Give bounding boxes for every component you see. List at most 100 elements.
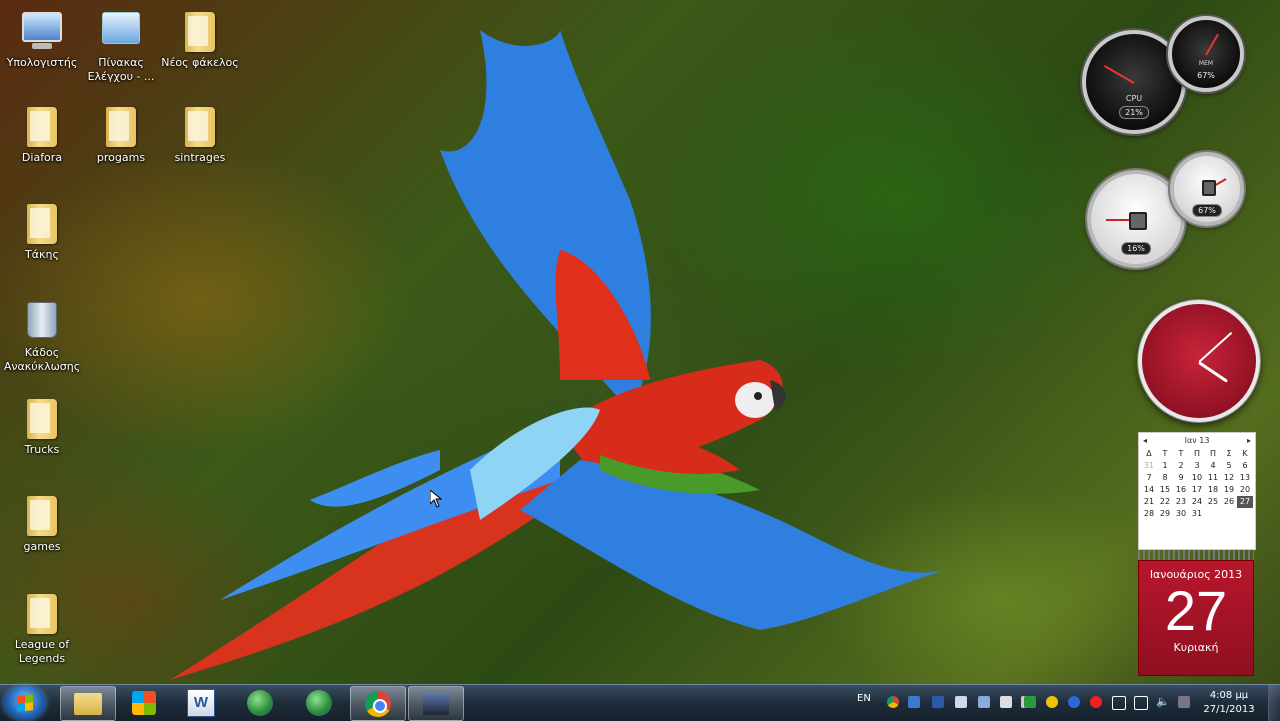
hypercam-icon — [423, 692, 449, 715]
record-tray-icon[interactable] — [1090, 696, 1102, 708]
calendar-day[interactable]: 26 — [1221, 496, 1237, 508]
calendar-day[interactable]: 23 — [1173, 496, 1189, 508]
calendar-month-header: Ιαν 13 — [1184, 436, 1210, 445]
bluetooth-tray-icon[interactable] — [1068, 696, 1080, 708]
cpu-percent: 21% — [1119, 106, 1149, 119]
tray-date: 27/1/2013 — [1203, 704, 1255, 715]
green-app-tray-icon[interactable] — [1024, 696, 1036, 708]
calendar-day[interactable]: 24 — [1189, 496, 1205, 508]
memory-gauge[interactable]: MEM 67% — [1168, 16, 1244, 92]
calendar-day[interactable]: 29 — [1157, 508, 1173, 520]
power-tray-icon[interactable] — [1178, 696, 1190, 708]
weekday-header: Τ — [1178, 449, 1184, 458]
yellow-app-tray-icon[interactable] — [1046, 696, 1058, 708]
taskbar-chrome-button[interactable] — [350, 686, 406, 721]
clock-gadget[interactable] — [1138, 300, 1260, 422]
globe-icon — [306, 689, 332, 716]
calendar-day[interactable]: 30 — [1173, 508, 1189, 520]
windows-logo-icon — [17, 694, 33, 712]
calendar-day[interactable]: 1 — [1157, 460, 1173, 472]
calendar-day[interactable] — [1237, 508, 1253, 520]
action-center-flag-icon[interactable] — [1112, 696, 1126, 710]
calendar-day[interactable] — [1205, 508, 1221, 520]
volume-icon[interactable]: 🔈 — [1156, 696, 1170, 708]
calendar-day[interactable]: 7 — [1141, 472, 1157, 484]
calendar-day[interactable]: 12 — [1221, 472, 1237, 484]
network-tray-icon[interactable] — [908, 696, 920, 708]
language-indicator[interactable]: EN — [857, 693, 871, 704]
calendar-day[interactable]: 16 — [1173, 484, 1189, 496]
app-tray-icon[interactable] — [1000, 696, 1012, 708]
taskbar-hypercam-button[interactable] — [408, 686, 464, 721]
calendar-gadget[interactable]: ◂ Ιαν 13 ▸ Δ Τ Τ Π Π Σ Κ 31 1 2 3 4 5 6 … — [1138, 432, 1256, 676]
calendar-day[interactable]: 9 — [1173, 472, 1189, 484]
chrome-icon — [365, 690, 391, 717]
memory-label: MEM — [1198, 60, 1214, 67]
calendar-month-year: Ιανουάριος 2013 — [1149, 568, 1243, 581]
weekday-header: Τ — [1162, 449, 1168, 458]
taskbar-network-globe-2-button[interactable] — [292, 686, 346, 719]
drive-percent-primary: 16% — [1121, 242, 1151, 255]
calendar-day[interactable]: 31 — [1141, 460, 1157, 472]
calendar-month-view: ◂ Ιαν 13 ▸ Δ Τ Τ Π Π Σ Κ 31 1 2 3 4 5 6 … — [1138, 432, 1256, 550]
weekday-header: Κ — [1242, 449, 1248, 458]
network-status-icon[interactable] — [1134, 696, 1148, 710]
cpu-needle — [1104, 65, 1135, 84]
weekday-header: Σ — [1226, 449, 1232, 458]
desktop[interactable]: Υπολογιστής Πίνακας Ελέγχου - ... Νέος φ… — [0, 0, 1280, 684]
calendar-prev-arrow-icon[interactable]: ◂ — [1143, 436, 1147, 445]
calendar-day[interactable]: 14 — [1141, 484, 1157, 496]
calendar-day[interactable]: 28 — [1141, 508, 1157, 520]
antivirus-tray-icon[interactable] — [932, 696, 944, 708]
calendar-day[interactable]: 20 — [1237, 484, 1253, 496]
taskbar: W EN 🔈 4:08 μμ 27/1/2013 — [0, 684, 1280, 721]
calendar-day[interactable]: 25 — [1205, 496, 1221, 508]
calendar-day-today[interactable]: 27 — [1237, 496, 1253, 508]
drive-gauge-secondary[interactable]: 67% — [1170, 152, 1244, 226]
windows-flag-icon — [132, 690, 156, 715]
weekday-header: Π — [1209, 449, 1216, 458]
show-desktop-button[interactable] — [1268, 685, 1280, 721]
weekday-header: Δ — [1146, 449, 1152, 458]
calendar-day[interactable]: 3 — [1189, 460, 1205, 472]
calendar-day[interactable]: 15 — [1157, 484, 1173, 496]
globe-icon — [247, 689, 273, 716]
taskbar-explorer-button[interactable] — [60, 686, 116, 721]
calendar-next-arrow-icon[interactable]: ▸ — [1247, 436, 1251, 445]
taskbar-windows-update-button[interactable] — [117, 686, 171, 719]
taskbar-word-button[interactable]: W — [174, 686, 228, 719]
word-icon: W — [187, 688, 215, 717]
calendar-binding-rings — [1138, 550, 1254, 560]
calendar-day[interactable]: 6 — [1237, 460, 1253, 472]
calendar-day[interactable]: 8 — [1157, 472, 1173, 484]
monitor-tray-icon[interactable] — [955, 696, 967, 708]
calendar-day[interactable]: 5 — [1221, 460, 1237, 472]
calendar-grid: Δ Τ Τ Π Π Σ Κ 31 1 2 3 4 5 6 7 8 9 10 11… — [1139, 448, 1255, 520]
start-button[interactable] — [4, 686, 46, 720]
calendar-day[interactable]: 4 — [1205, 460, 1221, 472]
memory-percent: 67% — [1197, 71, 1215, 80]
folder-icon — [74, 692, 102, 715]
chrome-tray-icon[interactable] — [887, 696, 899, 708]
drive-icon — [1129, 212, 1147, 230]
weekday-header: Π — [1193, 449, 1200, 458]
calendar-day[interactable]: 2 — [1173, 460, 1189, 472]
clock-minute-hand — [1198, 331, 1233, 363]
drive-icon — [1202, 180, 1216, 196]
calendar-day-number: 27 — [1164, 579, 1228, 642]
clock-hour-hand — [1198, 361, 1229, 383]
calendar-day[interactable]: 22 — [1157, 496, 1173, 508]
calendar-day[interactable]: 31 — [1189, 508, 1205, 520]
calendar-day[interactable]: 18 — [1205, 484, 1221, 496]
taskbar-network-globe-button[interactable] — [233, 686, 287, 719]
download-tray-icon[interactable] — [978, 696, 990, 708]
calendar-weekday-name: Κυριακή — [1173, 641, 1219, 654]
calendar-day[interactable]: 21 — [1141, 496, 1157, 508]
clock-tray[interactable]: 4:08 μμ 27/1/2013 — [1196, 689, 1262, 717]
calendar-day[interactable] — [1221, 508, 1237, 520]
calendar-day[interactable]: 11 — [1205, 472, 1221, 484]
calendar-day[interactable]: 13 — [1237, 472, 1253, 484]
calendar-day[interactable]: 10 — [1189, 472, 1205, 484]
calendar-day[interactable]: 19 — [1221, 484, 1237, 496]
calendar-day[interactable]: 17 — [1189, 484, 1205, 496]
